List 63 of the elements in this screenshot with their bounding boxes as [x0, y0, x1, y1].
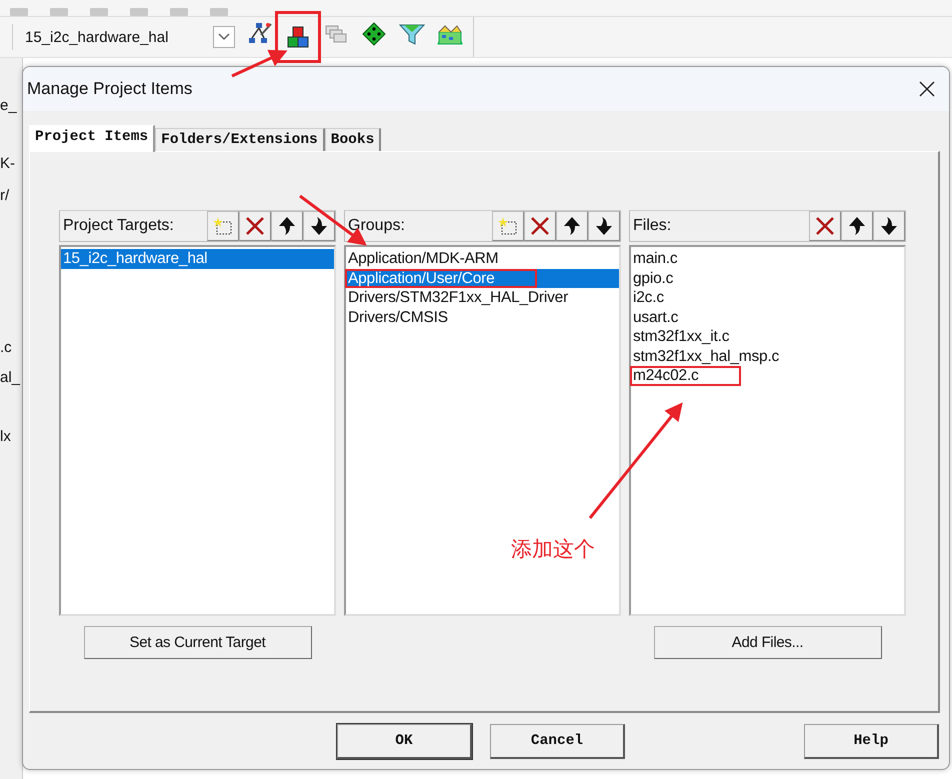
move-down-button[interactable] [303, 211, 335, 241]
panel-button[interactable]: Set as Current Target [84, 626, 312, 659]
tab[interactable]: Books [324, 128, 382, 151]
dialog-title: Manage Project Items [27, 79, 192, 99]
annotation-text: 添加这个 [511, 536, 595, 563]
delete-button[interactable] [239, 211, 271, 241]
panel-title: Project Targets: [63, 217, 174, 235]
list-item[interactable]: main.c [631, 249, 904, 268]
delete-button[interactable] [809, 211, 841, 241]
delete-icon [245, 216, 265, 236]
move-down-icon [880, 216, 898, 236]
panel-button[interactable]: Add Files... [654, 626, 882, 659]
background-text: K- [0, 154, 16, 174]
tab[interactable]: Project Items [29, 125, 156, 152]
diamond-icon[interactable] [362, 22, 386, 46]
panel-title: Files: [633, 217, 672, 235]
list-box[interactable]: 15_i2c_hardware_hal [59, 245, 336, 616]
delete-icon [815, 216, 835, 236]
move-up-icon [848, 216, 866, 236]
list-item[interactable]: Drivers/STM32F1xx_HAL_Driver [346, 288, 619, 308]
dialog-button[interactable]: Help [804, 724, 939, 759]
list-item[interactable]: Drivers/CMSIS [346, 308, 619, 327]
list-item[interactable]: i2c.c [631, 288, 904, 308]
highlighted-list-item[interactable]: m24c02.c [630, 366, 741, 386]
target-dropdown[interactable]: 15_i2c_hardware_hal [12, 24, 235, 50]
list-item[interactable]: stm32f1xx_it.c [631, 327, 904, 346]
move-down-icon [595, 216, 613, 236]
list-item[interactable]: Application/MDK-ARM [346, 249, 619, 268]
move-down-button[interactable] [588, 211, 620, 241]
new-item-icon [212, 216, 234, 236]
move-up-button[interactable] [841, 211, 873, 241]
dialog-button[interactable]: Cancel [490, 724, 625, 759]
delete-button[interactable] [524, 211, 556, 241]
list-item[interactable]: usart.c [631, 308, 904, 327]
new-item-icon [497, 216, 519, 236]
background-text: r/ [0, 186, 10, 206]
background-text: lx [0, 427, 12, 447]
dialog-button[interactable]: OK [337, 724, 472, 759]
move-down-button[interactable] [873, 211, 905, 241]
move-up-button[interactable] [556, 211, 588, 241]
move-down-icon [310, 216, 328, 236]
new-item-button[interactable] [492, 211, 524, 241]
move-up-icon [563, 216, 581, 236]
blocks-icon[interactable] [286, 25, 310, 49]
funnel-icon[interactable] [399, 22, 425, 46]
list-box[interactable]: main.c gpio.c i2c.c usart.c stm32f1xx_it.c stm32f1xx_hal_msp.c m24c02.c [629, 245, 906, 616]
new-item-button[interactable] [207, 211, 239, 241]
list-item[interactable]: gpio.c [631, 268, 904, 288]
tiles-icon[interactable] [437, 22, 463, 46]
delete-icon [530, 216, 550, 236]
background-text: e_ [0, 96, 18, 116]
close-icon[interactable] [919, 81, 935, 97]
move-up-icon [278, 216, 296, 236]
caret-icon [218, 33, 230, 41]
tab[interactable]: Folders/Extensions [155, 128, 325, 151]
panel-title: Groups: [348, 217, 405, 235]
move-up-button[interactable] [271, 211, 303, 241]
list-item[interactable]: stm32f1xx_hal_msp.c [631, 346, 904, 366]
highlighted-list-item[interactable]: Application/User/Core [345, 268, 537, 288]
background-text: al_ [0, 368, 22, 388]
list-item[interactable]: 15_i2c_hardware_hal [61, 249, 334, 268]
annotation-arrow [231, 50, 288, 78]
background-text: .c [0, 338, 13, 358]
